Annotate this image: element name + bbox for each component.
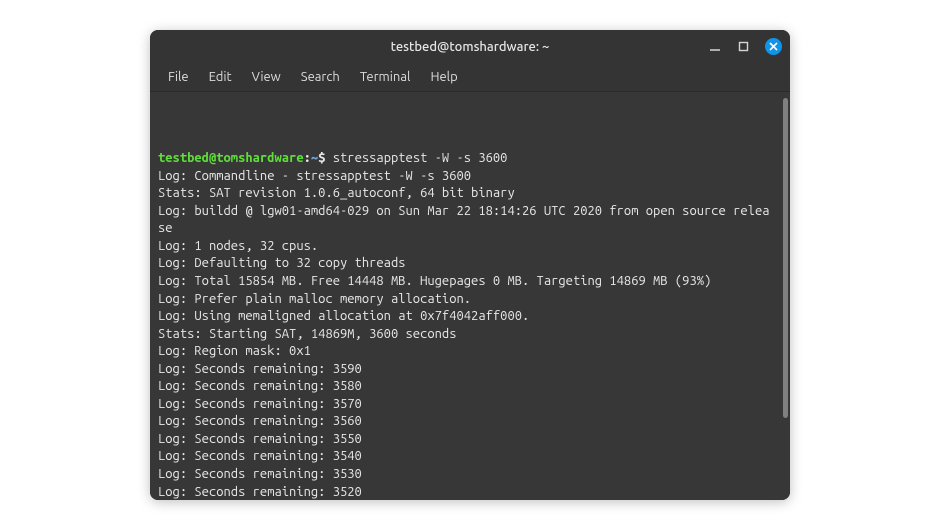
output-line: Log: Seconds remaining: 3550 <box>158 431 776 449</box>
scrollbar[interactable] <box>783 98 788 418</box>
output-line: Log: Seconds remaining: 3580 <box>158 378 776 396</box>
prompt-line: testbed@tomshardware:~$ stressapptest -W… <box>158 150 776 168</box>
terminal-content: testbed@tomshardware:~$ stressapptest -W… <box>158 150 776 499</box>
output-line: Stats: Starting SAT, 14869M, 3600 second… <box>158 326 776 344</box>
prompt-sep2: $ <box>318 151 325 165</box>
output-line: Log: Seconds remaining: 3570 <box>158 396 776 414</box>
prompt-user-host: testbed@tomshardware <box>158 151 304 165</box>
menu-search[interactable]: Search <box>293 68 348 86</box>
terminal-area[interactable]: testbed@tomshardware:~$ stressapptest -W… <box>150 92 790 500</box>
titlebar[interactable]: testbed@tomshardware: ~ <box>150 30 790 64</box>
output-line: Log: Seconds remaining: 3540 <box>158 448 776 466</box>
output-line: Log: buildd @ lgw01-amd64-029 on Sun Mar… <box>158 203 776 238</box>
output-line: Log: Seconds remaining: 3520 <box>158 484 776 500</box>
window-controls <box>707 30 782 64</box>
maximize-button[interactable] <box>736 39 751 54</box>
menu-view[interactable]: View <box>244 68 289 86</box>
output-line: Log: Defaulting to 32 copy threads <box>158 255 776 273</box>
output-line: Log: Seconds remaining: 3530 <box>158 466 776 484</box>
close-button[interactable] <box>765 38 782 55</box>
output-line: Log: Total 15854 MB. Free 14448 MB. Huge… <box>158 273 776 291</box>
prompt-sep1: : <box>304 151 311 165</box>
menubar: File Edit View Search Terminal Help <box>150 64 790 92</box>
output-line: Log: 1 nodes, 32 cpus. <box>158 238 776 256</box>
menu-file[interactable]: File <box>160 68 197 86</box>
menu-terminal[interactable]: Terminal <box>352 68 419 86</box>
output-line: Log: Seconds remaining: 3590 <box>158 361 776 379</box>
output-line: Log: Using memaligned allocation at 0x7f… <box>158 308 776 326</box>
prompt-command: stressapptest -W -s 3600 <box>333 151 508 165</box>
menu-edit[interactable]: Edit <box>201 68 240 86</box>
window-title: testbed@tomshardware: ~ <box>391 40 550 54</box>
minimize-button[interactable] <box>707 39 722 54</box>
output-line: Stats: SAT revision 1.0.6_autoconf, 64 b… <box>158 185 776 203</box>
output-line: Log: Commandline - stressapptest -W -s 3… <box>158 168 776 186</box>
output-line: Log: Prefer plain malloc memory allocati… <box>158 291 776 309</box>
menu-help[interactable]: Help <box>422 68 465 86</box>
terminal-window: testbed@tomshardware: ~ File Edit View S… <box>150 30 790 500</box>
output-line: Log: Region mask: 0x1 <box>158 343 776 361</box>
output-line: Log: Seconds remaining: 3560 <box>158 413 776 431</box>
